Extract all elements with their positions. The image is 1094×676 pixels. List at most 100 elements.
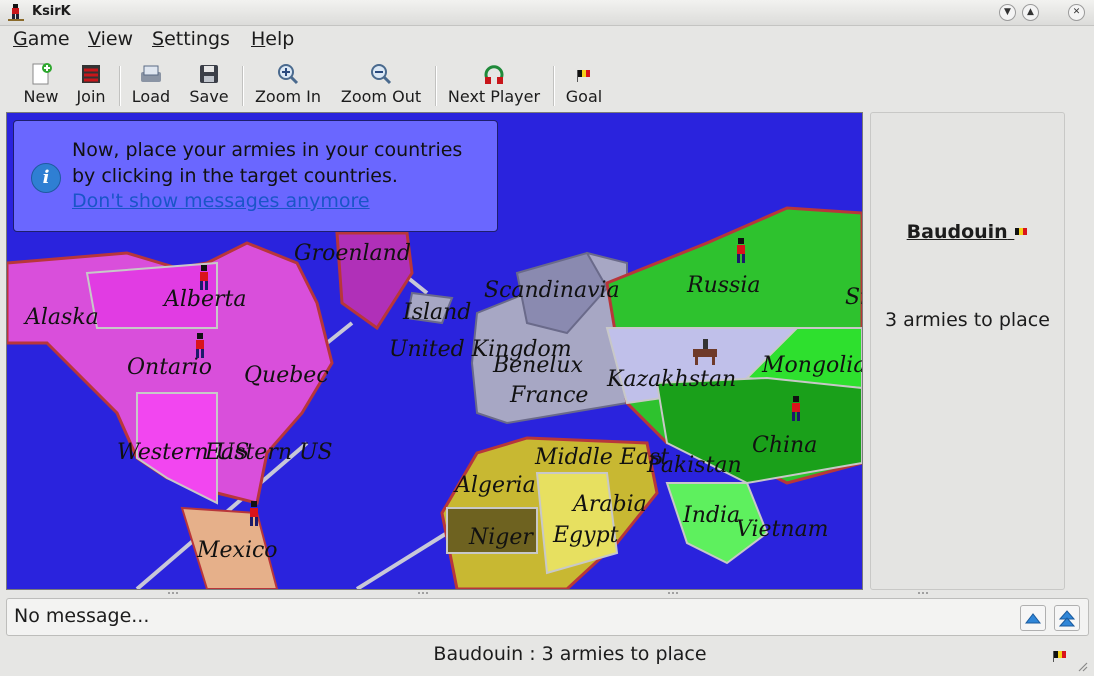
dont-show-messages-link[interactable]: Don't show messages anymore [72,190,370,212]
new-button[interactable]: New [20,60,62,108]
country-label: Niger [469,525,533,550]
zoom-out-button[interactable]: Zoom Out [338,60,424,108]
goal-flag-icon [577,70,590,82]
join-game-icon [82,65,100,83]
country-label: Mexico [197,538,278,563]
menu-game[interactable]: Game [13,28,70,50]
country-label: Vietnam [736,517,829,542]
country-label: France [510,383,589,408]
message-bar: No message... [6,598,1089,636]
belgium-flag-icon [1053,651,1066,662]
country-label: China [752,433,818,458]
toolbar-separator [119,66,121,106]
current-player-name: Baudouin [871,221,1064,243]
splitter-handle[interactable] [418,592,428,597]
belgium-flag-icon [1015,228,1028,235]
army-soldier-icon [737,238,745,263]
resize-grip-icon[interactable] [1076,660,1088,672]
save-label: Save [189,87,229,106]
country-label: Russia [687,273,761,298]
join-label: Join [76,87,106,106]
goal-button[interactable]: Goal [563,60,605,108]
menu-settings[interactable]: Settings [152,28,230,50]
menu-bar: Game View Settings Help [0,26,1094,56]
status-bar: Baudouin : 3 armies to place [0,640,1094,676]
message-text: No message... [14,605,150,627]
menu-view-label: iew [100,28,134,50]
toolbar-separator [553,66,555,106]
country-label: Arabia [573,492,647,517]
menu-help-label: elp [265,28,295,50]
splitter-handle[interactable] [668,592,678,597]
country-label: Egypt [553,523,619,548]
splitter-handle[interactable] [168,592,178,597]
splitter-handle[interactable] [918,592,928,597]
armies-to-place: 3 armies to place [885,309,1050,331]
country-label: Benelux [493,353,583,378]
army-soldier-icon [200,265,208,290]
country-label: Mongolia [762,353,863,378]
show-previous-message-button[interactable] [1020,605,1046,631]
next-player-button[interactable]: Next Player [445,60,543,108]
save-icon [200,65,218,83]
country-label: Quebec [244,363,329,388]
country-label: Algeria [455,473,536,498]
info-message-box: i Now, place your armies in your countri… [13,120,498,232]
zoom-in-button[interactable]: Zoom In [252,60,324,108]
toolbar-separator [435,66,437,106]
country-label: Alaska [25,305,99,330]
close-button[interactable]: ✕ [1068,4,1085,21]
arrow-up-icon [1024,613,1042,624]
country-label: Groenland [294,241,411,266]
country-label: Eastern US [205,440,333,465]
country-label: Island [403,300,472,325]
menu-settings-mnemonic: S [152,28,165,50]
zoom-out-icon [371,64,392,85]
load-label: Load [131,87,171,106]
cavalry-icon [693,339,717,365]
join-button[interactable]: Join [72,60,110,108]
window-title: KsirK [32,4,71,19]
country-label: Pakistan [647,453,742,478]
country-label: Kazakhstan [607,367,737,392]
toolbar: New Join Load Save Zoom In Zoom Out Next… [0,58,1094,162]
info-line-2: by clicking in the target countries. [72,165,398,187]
zoom-in-label: Zoom In [254,87,322,106]
toolbar-separator [242,66,244,106]
menu-help[interactable]: Help [251,28,294,50]
close-icon: ✕ [1072,7,1081,17]
save-button[interactable]: Save [186,60,232,108]
goal-label: Goal [565,87,603,106]
new-label: New [23,87,59,106]
menu-game-label: ame [27,28,70,50]
status-text: Baudouin : 3 armies to place [433,643,707,665]
next-player-label: Next Player [447,87,541,106]
new-game-icon [32,63,52,85]
menu-settings-label: ettings [164,28,230,50]
country-label: Scandinavia [484,278,620,303]
double-arrow-up-icon [1058,610,1076,627]
zoom-out-label: Zoom Out [340,87,422,106]
info-message-text: Now, place your armies in your countries… [72,137,462,189]
country-label: India [683,503,741,528]
maximize-button[interactable]: ▲ [1022,4,1039,21]
show-all-messages-button[interactable] [1054,605,1080,631]
info-line-1: Now, place your armies in your countries [72,139,463,161]
chevron-down-icon: ▼ [1004,7,1011,17]
menu-view-mnemonic: V [88,28,101,50]
title-bar: KsirK ▼ ▲ ✕ [0,0,1094,26]
zoom-in-icon [278,64,299,85]
chevron-up-icon: ▲ [1027,7,1034,17]
menu-view[interactable]: View [88,28,133,50]
player-side-panel: Baudouin 3 armies to place [870,112,1065,590]
load-button[interactable]: Load [128,60,174,108]
ksirk-app-icon [8,4,24,21]
next-player-icon [484,65,504,84]
army-soldier-icon [196,333,204,358]
world-map[interactable]: Groenland Alberta Alaska Ontario Quebec … [6,112,863,590]
minimize-button[interactable]: ▼ [999,4,1016,21]
country-label: Siberia [845,285,862,310]
load-icon [141,65,161,82]
player-name-text: Baudouin [906,221,1008,243]
menu-help-mnemonic: H [251,28,266,50]
